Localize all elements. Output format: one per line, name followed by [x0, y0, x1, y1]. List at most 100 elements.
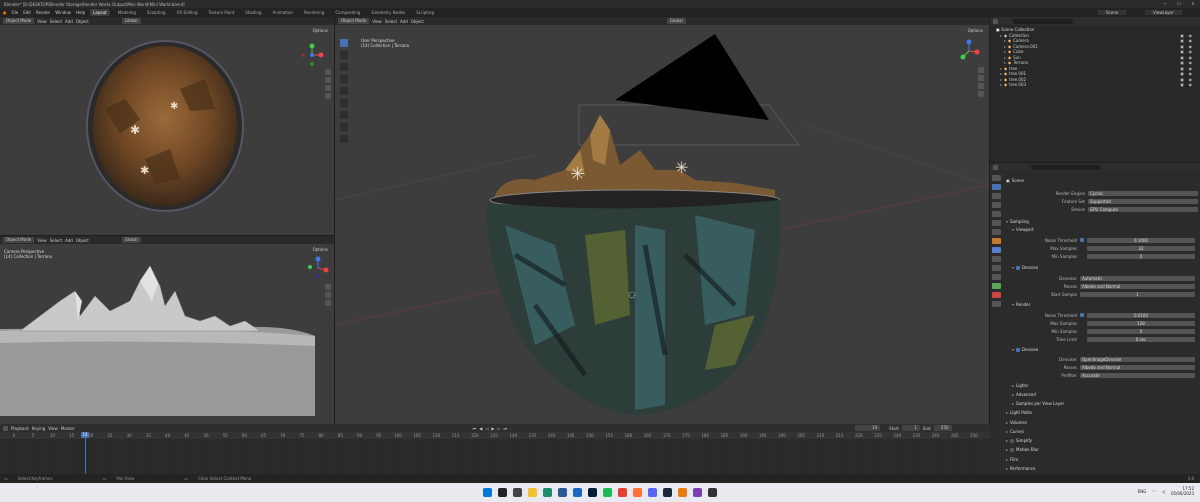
menu-playback[interactable]: Playback	[11, 426, 29, 431]
render-denoise-header[interactable]: ▾ Denoise	[1012, 347, 1038, 352]
prev-keyframe-icon[interactable]: ◀	[479, 426, 482, 431]
store-icon[interactable]	[558, 488, 567, 497]
close-button[interactable]: ✕	[1186, 0, 1200, 8]
jump-end-icon[interactable]: ⏭	[504, 426, 508, 431]
menu-window[interactable]: Window	[55, 10, 71, 15]
lights-subpanel[interactable]: ▸ Lights	[1012, 383, 1028, 388]
render-time-limit-field[interactable]: 0 sec	[1087, 336, 1195, 342]
render-camera-icon[interactable]: ▣	[1180, 82, 1184, 88]
tab-modeling[interactable]: Modeling	[115, 9, 139, 16]
steam-icon[interactable]	[663, 488, 672, 497]
firefox-icon[interactable]	[633, 488, 642, 497]
tab-layout[interactable]: Layout	[90, 9, 110, 16]
viewport-max-samples-field[interactable]: 32	[1087, 245, 1195, 251]
tab-animation[interactable]: Animation	[270, 9, 296, 16]
options-button[interactable]: Options	[313, 28, 328, 33]
orientation-dropdown[interactable]: Global	[121, 18, 141, 24]
zoom-icon[interactable]	[325, 69, 331, 75]
file-explorer-icon[interactable]	[528, 488, 537, 497]
navigation-gizmo[interactable]	[957, 39, 981, 63]
edge-browser-icon[interactable]	[543, 488, 552, 497]
data-tab-icon[interactable]	[992, 283, 1001, 289]
render-prefilter-dropdown[interactable]: Accurate	[1080, 372, 1195, 378]
pan-hand-icon[interactable]	[978, 75, 984, 81]
motion-blur-panel[interactable]: ▸ Motion Blur	[1006, 447, 1039, 452]
language-indicator[interactable]: ENG	[1138, 489, 1147, 494]
start-frame-field[interactable]: 1	[901, 425, 920, 431]
tab-rendering[interactable]: Rendering	[301, 9, 327, 16]
menu-view[interactable]: View	[37, 238, 47, 243]
terminal-icon[interactable]	[708, 488, 717, 497]
blender-taskbar-icon[interactable]	[678, 488, 687, 497]
zoom-icon[interactable]	[978, 67, 984, 73]
render-max-samples-field[interactable]: 128	[1087, 320, 1195, 326]
texture-tab-icon[interactable]	[992, 301, 1001, 307]
windows-start-icon[interactable]	[483, 488, 492, 497]
scene-tab-icon[interactable]	[992, 211, 1001, 217]
performance-panel[interactable]: ▸ Performance	[1006, 466, 1035, 471]
pan-hand-icon[interactable]	[325, 292, 331, 298]
camera-view-icon[interactable]	[325, 300, 331, 306]
tab-shading[interactable]: Shading	[242, 9, 264, 16]
menu-view[interactable]: View	[372, 19, 382, 24]
render-denoise-checkbox[interactable]	[1016, 347, 1021, 352]
render-denoiser-dropdown[interactable]: OpenImageDenoise	[1080, 356, 1195, 362]
grid-icon[interactable]	[325, 93, 331, 99]
simplify-panel[interactable]: ▸ Simplify	[1006, 438, 1032, 443]
device-dropdown[interactable]: GPU Compute	[1088, 206, 1198, 212]
viewport-start-sample-field[interactable]: 1	[1080, 291, 1195, 297]
viewport-denoiser-dropdown[interactable]: Automatic	[1080, 275, 1195, 281]
tab-sculpting[interactable]: Sculpting	[144, 9, 169, 16]
expand-arrow-icon[interactable]: ▸	[1000, 82, 1002, 88]
curves-panel[interactable]: ▸ Curves	[1006, 429, 1024, 434]
clock[interactable]: 17:52 05/06/2023	[1171, 486, 1194, 496]
advanced-subpanel[interactable]: ▸ Advanced	[1012, 392, 1036, 397]
properties-editor-icon[interactable]	[993, 164, 998, 170]
grid-icon[interactable]	[978, 91, 984, 97]
camera-view-icon[interactable]	[978, 83, 984, 89]
spotify-icon[interactable]	[603, 488, 612, 497]
tab-compositing[interactable]: Compositing	[332, 9, 363, 16]
motion-blur-checkbox[interactable]	[1010, 447, 1015, 452]
task-view-icon[interactable]	[513, 488, 522, 497]
discord-icon[interactable]	[648, 488, 657, 497]
menu-select[interactable]: Select	[50, 19, 62, 24]
outliner-item[interactable]: ▸ ◆ tree.003 ▣ ◉	[996, 82, 1196, 88]
play-reverse-icon[interactable]: ◁	[485, 426, 488, 431]
viewport-main[interactable]: Object Mode View Select Add Object Globa…	[335, 17, 989, 424]
current-frame-field[interactable]: 14	[855, 425, 881, 431]
render-engine-dropdown[interactable]: Cycles	[1088, 190, 1198, 196]
visibility-eye-icon[interactable]: ◉	[1189, 82, 1193, 88]
menu-object[interactable]: Object	[76, 238, 89, 243]
samples-per-view-layer-subpanel[interactable]: ▸ Samples per View Layer	[1012, 401, 1064, 406]
particles-tab-icon[interactable]	[992, 256, 1001, 262]
timeline[interactable]: Playback Keying View Marker ⏮ ◀ ◁ ▶ ▷ ⏭ …	[0, 424, 990, 474]
render-subpanel-header[interactable]: ▾ Render	[1012, 302, 1030, 307]
orientation-dropdown[interactable]: Global	[121, 237, 141, 243]
film-panel[interactable]: ▸ Film	[1006, 457, 1018, 462]
viewport-denoise-checkbox[interactable]	[1016, 265, 1021, 270]
sampling-panel-header[interactable]: ▾ Sampling	[1006, 219, 1029, 224]
next-keyframe-icon[interactable]: ▷	[497, 426, 500, 431]
menu-select[interactable]: Select	[50, 238, 62, 243]
options-button[interactable]: Options	[313, 247, 328, 252]
viewport-subpanel-header[interactable]: ▾ Viewport	[1012, 227, 1034, 232]
collection-tab-icon[interactable]	[992, 229, 1001, 235]
tab-scripting[interactable]: Scripting	[413, 9, 437, 16]
viewport-passes-dropdown[interactable]: Albedo and Normal	[1080, 283, 1195, 289]
view-layer-tab-icon[interactable]	[992, 202, 1001, 208]
photoshop-icon[interactable]	[588, 488, 597, 497]
menu-file[interactable]: File	[12, 10, 19, 15]
world-tab-icon[interactable]	[992, 220, 1001, 226]
material-tab-icon[interactable]	[992, 292, 1001, 298]
menu-object[interactable]: Object	[411, 19, 424, 24]
orientation-dropdown[interactable]: Global	[666, 18, 686, 24]
tab-geometry-nodes[interactable]: Geometry Nodes	[368, 9, 408, 16]
menu-help[interactable]: Help	[76, 10, 85, 15]
maximize-button[interactable]: ☐	[1172, 0, 1186, 8]
properties-search[interactable]	[1031, 164, 1101, 170]
render-min-samples-field[interactable]: 0	[1087, 328, 1195, 334]
light-paths-panel[interactable]: ▸ Light Paths	[1006, 410, 1032, 415]
volumes-panel[interactable]: ▸ Volumes	[1006, 420, 1027, 425]
volume-icon[interactable]: ◁	[1162, 489, 1165, 494]
